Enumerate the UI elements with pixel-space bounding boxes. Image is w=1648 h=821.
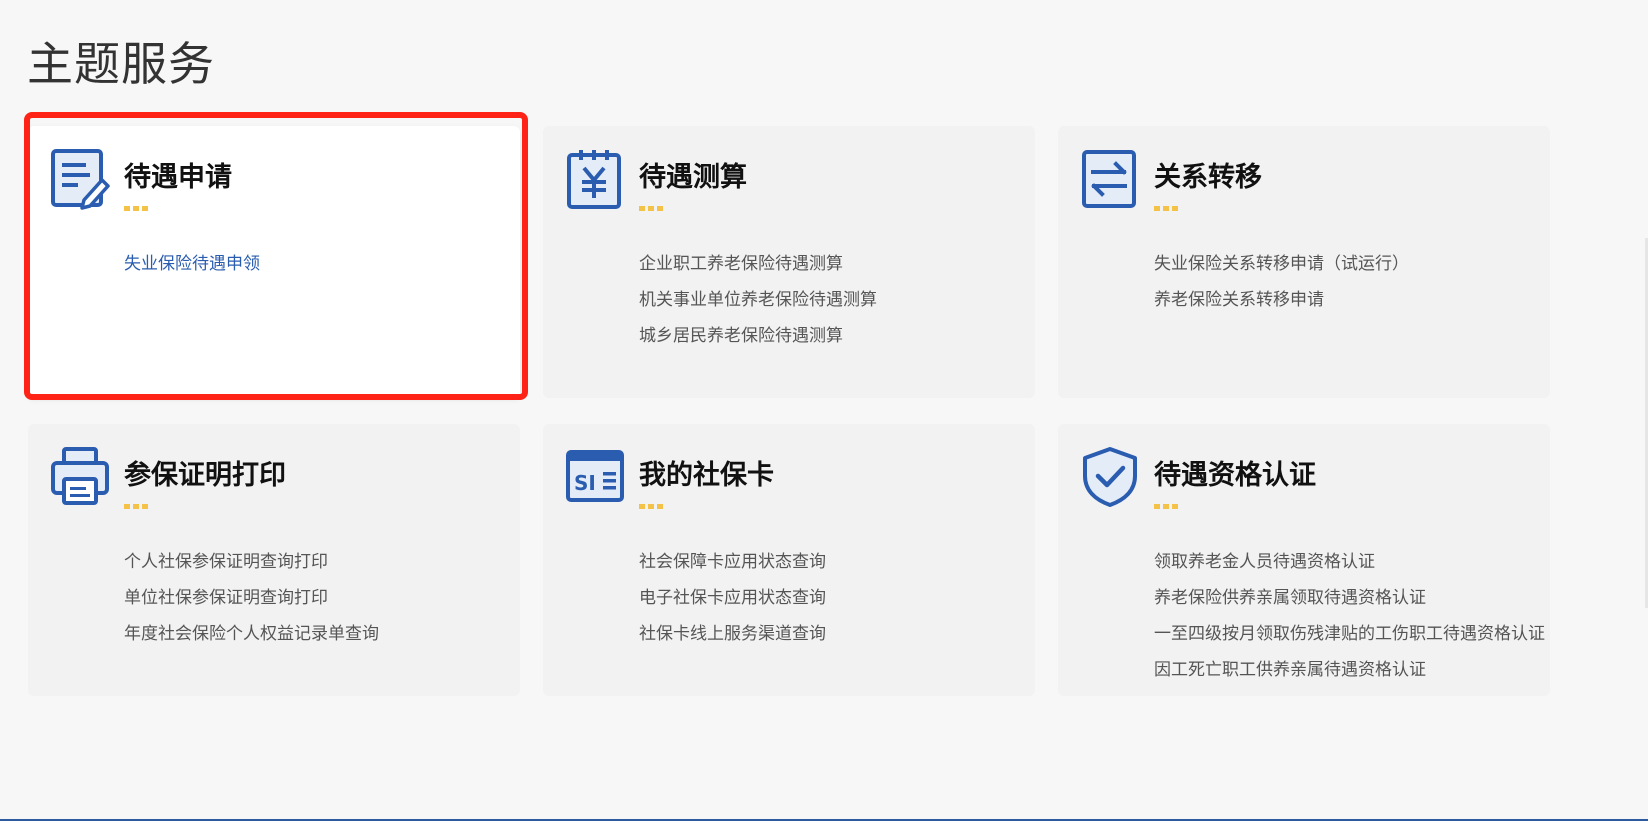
card-relation-transfer[interactable]: 关系转移 失业保险关系转移申请（试运行） 养老保险关系转移申请	[1058, 126, 1550, 398]
card-title: 待遇资格认证	[1154, 460, 1316, 491]
card-link-list: 失业保险关系转移申请（试运行） 养老保险关系转移申请	[1154, 246, 1409, 318]
card-insurance-certificate-print[interactable]: 参保证明打印 个人社保参保证明查询打印 单位社保参保证明查询打印 年度社会保险个…	[28, 424, 520, 696]
link-employer-certificate-print[interactable]: 单位社保参保证明查询打印	[124, 580, 379, 616]
printer-icon	[50, 446, 110, 508]
link-resident-pension-calc[interactable]: 城乡居民养老保险待遇测算	[639, 318, 877, 354]
card-link-list: 企业职工养老保险待遇测算 机关事业单位养老保险待遇测算 城乡居民养老保险待遇测算	[639, 246, 877, 354]
card-benefit-qualification[interactable]: 待遇资格认证 领取养老金人员待遇资格认证 养老保险供养亲属领取待遇资格认证 一至…	[1058, 424, 1550, 696]
title-underline-dots	[639, 206, 663, 211]
card-title: 待遇申请	[124, 162, 232, 193]
card-title: 我的社保卡	[639, 460, 774, 491]
link-enterprise-pension-calc[interactable]: 企业职工养老保险待遇测算	[639, 246, 877, 282]
link-personal-certificate-print[interactable]: 个人社保参保证明查询打印	[124, 544, 379, 580]
yuan-calculator-icon	[565, 148, 625, 210]
shield-check-icon	[1080, 446, 1140, 508]
card-link-list: 个人社保参保证明查询打印 单位社保参保证明查询打印 年度社会保险个人权益记录单查…	[124, 544, 379, 652]
card-title: 参保证明打印	[124, 460, 286, 491]
link-dependent-qualification[interactable]: 养老保险供养亲属领取待遇资格认证	[1154, 580, 1545, 616]
link-unemployment-benefit-claim[interactable]: 失业保险待遇申领	[124, 246, 260, 282]
card-title: 待遇测算	[639, 162, 747, 193]
link-disability-allowance-qualification[interactable]: 一至四级按月领取伤残津贴的工伤职工待遇资格认证	[1154, 616, 1545, 652]
link-ss-card-online-channels[interactable]: 社保卡线上服务渠道查询	[639, 616, 826, 652]
card-benefit-application[interactable]: 待遇申请 失业保险待遇申领	[28, 126, 520, 398]
card-benefit-calculation[interactable]: 待遇测算 企业职工养老保险待遇测算 机关事业单位养老保险待遇测算 城乡居民养老保…	[543, 126, 1035, 398]
link-electronic-ss-card-status[interactable]: 电子社保卡应用状态查询	[639, 580, 826, 616]
title-underline-dots	[1154, 504, 1178, 509]
link-unemployment-transfer[interactable]: 失业保险关系转移申请（试运行）	[1154, 246, 1409, 282]
link-ss-card-status[interactable]: 社会保障卡应用状态查询	[639, 544, 826, 580]
title-underline-dots	[124, 504, 148, 509]
link-annual-rights-record[interactable]: 年度社会保险个人权益记录单查询	[124, 616, 379, 652]
transfer-arrows-icon	[1080, 148, 1140, 210]
card-link-list: 领取养老金人员待遇资格认证 养老保险供养亲属领取待遇资格认证 一至四级按月领取伤…	[1154, 544, 1545, 688]
card-link-list: 失业保险待遇申领	[124, 246, 260, 282]
card-title: 关系转移	[1154, 162, 1262, 193]
page-title: 主题服务	[27, 37, 215, 91]
card-link-list: 社会保障卡应用状态查询 电子社保卡应用状态查询 社保卡线上服务渠道查询	[639, 544, 826, 652]
title-underline-dots	[639, 504, 663, 509]
link-pensioner-qualification[interactable]: 领取养老金人员待遇资格认证	[1154, 544, 1545, 580]
form-edit-icon	[50, 148, 110, 210]
link-work-death-dependent-qualification[interactable]: 因工死亡职工供养亲属待遇资格认证	[1154, 652, 1545, 688]
svg-text:SI: SI	[574, 471, 596, 495]
link-pension-transfer[interactable]: 养老保险关系转移申请	[1154, 282, 1409, 318]
card-my-social-security-card[interactable]: SI 我的社保卡 社会保障卡应用状态查询 电子社保卡应用状态查询 社保卡线上服务…	[543, 424, 1035, 696]
title-underline-dots	[124, 206, 148, 211]
link-institution-pension-calc[interactable]: 机关事业单位养老保险待遇测算	[639, 282, 877, 318]
social-security-card-icon: SI	[565, 446, 625, 508]
title-underline-dots	[1154, 206, 1178, 211]
